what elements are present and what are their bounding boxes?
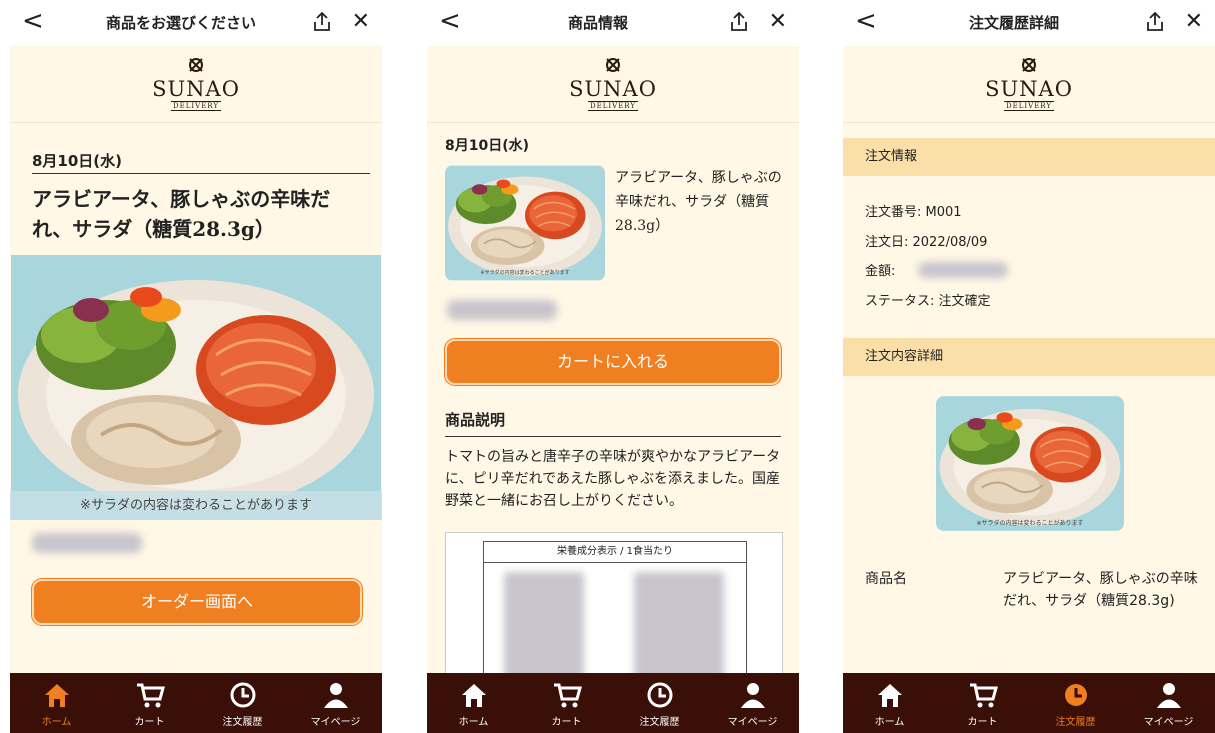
brand-name: SUNAO [569, 77, 657, 101]
tab-order-history[interactable]: 注文履歴 [196, 673, 289, 733]
photo-caption: ※サラダの内容は変わることがあります [10, 491, 382, 520]
order-date: 注文日: 2022/08/09 [865, 235, 988, 250]
page-title: 商品情報 [567, 14, 628, 32]
order-detail-heading: 注文内容詳細 [843, 338, 1215, 376]
close-icon[interactable]: ✕ [769, 9, 787, 35]
back-icon[interactable]: < [22, 6, 44, 36]
tab-label: ホーム [41, 717, 72, 728]
tab-label: 注文履歴 [222, 717, 263, 728]
brand-sub: DELIVERY [1004, 101, 1054, 111]
tab-cart[interactable]: カート [103, 673, 196, 733]
user-icon [324, 683, 348, 708]
tab-order-history[interactable]: 注文履歴 [1029, 673, 1122, 733]
tab-label: カート [967, 717, 998, 728]
tab-label: カート [551, 717, 582, 728]
amount-blurred [918, 262, 1008, 278]
order-status: ステータス: 注文確定 [865, 294, 991, 309]
tab-order-history[interactable]: 注文履歴 [613, 673, 706, 733]
cart-icon [970, 683, 998, 708]
tab-label: ホーム [874, 717, 905, 728]
share-icon[interactable] [1143, 10, 1167, 34]
tab-home[interactable]: ホーム [427, 673, 520, 733]
screen-product-select: < 商品をお選びください ✕ SUNAO DELIVERY 8月10日(水) ア… [10, 0, 382, 733]
order-info-heading: 注文情報 [843, 138, 1215, 176]
page-title: 注文履歴詳細 [968, 14, 1059, 32]
product-name: アラビアータ、豚しゃぶの辛味だれ、サラダ（糖質28.3g） [32, 187, 331, 241]
history-icon [1065, 684, 1087, 706]
brand-sub: DELIVERY [171, 101, 221, 111]
product-thumbnail: ※サラダの内容は変わることがあります [936, 396, 1124, 531]
close-icon[interactable]: ✕ [1185, 9, 1203, 35]
home-icon [878, 684, 902, 707]
close-icon[interactable]: ✕ [352, 9, 370, 35]
tab-bar: ホーム カート 注文履歴 マイページ [843, 673, 1215, 733]
logo-mark-icon [1022, 58, 1036, 72]
divider [445, 436, 781, 437]
tab-bar: ホーム カート 注文履歴 マイページ [10, 673, 382, 733]
cart-icon [554, 683, 582, 708]
brand-name: SUNAO [985, 77, 1073, 101]
history-icon [647, 682, 673, 708]
top-bar: < 商品情報 ✕ [427, 0, 799, 46]
tab-label: カート [134, 717, 165, 728]
price-blurred [447, 300, 557, 320]
product-name-value: アラビアータ、豚しゃぶの辛味だれ、サラダ（糖質28.3g) [1003, 571, 1198, 609]
user-icon [741, 683, 765, 708]
tab-label: マイページ [1143, 717, 1194, 728]
tab-mypage[interactable]: マイページ [1122, 673, 1215, 733]
order-screen-button[interactable]: オーダー画面へ [32, 579, 362, 625]
share-icon[interactable] [310, 10, 334, 34]
product-name-label: 商品名 [865, 571, 907, 587]
page-title: 商品をお選びください [105, 14, 256, 32]
product-name: アラビアータ、豚しゃぶの辛味だれ、サラダ（糖質28.3g） [615, 170, 782, 234]
screen-order-detail: < 注文履歴詳細 ✕ SUNAO DELIVERY 注文情報 注文番号: M00… [843, 0, 1215, 733]
screen-product-info: < 商品情報 ✕ SUNAO DELIVERY 8月10日(水) ※サラダの内容… [427, 0, 799, 733]
tab-bar: ホーム カート 注文履歴 マイページ [427, 673, 799, 733]
top-bar: < 注文履歴詳細 ✕ [843, 0, 1215, 46]
home-icon [45, 684, 69, 707]
delivery-date: 8月10日(水) [445, 138, 530, 154]
back-icon[interactable]: < [439, 6, 461, 36]
product-thumbnail: ※サラダの内容は変わることがあります [445, 165, 605, 281]
product-photo: ※サラダの内容は変わることがあります [10, 253, 382, 522]
tab-label: マイページ [727, 717, 778, 728]
nutrition-header: 栄養成分表示 / 1食当たり [484, 542, 746, 563]
tab-mypage[interactable]: マイページ [289, 673, 382, 733]
user-icon [1157, 683, 1181, 708]
photo-caption: ※サラダの内容は変わることがあります [976, 520, 1084, 527]
cart-icon [137, 683, 165, 708]
delivery-date: 8月10日(水) [32, 152, 123, 170]
brand-logo: SUNAO DELIVERY [843, 46, 1215, 123]
tab-cart[interactable]: カート [520, 673, 613, 733]
brand-logo: SUNAO DELIVERY [427, 46, 799, 123]
share-icon[interactable] [727, 10, 751, 34]
top-bar: < 商品をお選びください ✕ [10, 0, 382, 46]
section-title: 商品説明 [445, 411, 506, 429]
history-icon [230, 682, 256, 708]
tab-home[interactable]: ホーム [843, 673, 936, 733]
brand-sub: DELIVERY [588, 101, 638, 111]
order-number: 注文番号: M001 [865, 205, 962, 220]
add-to-cart-button[interactable]: カートに入れる [445, 339, 781, 385]
brand-logo: SUNAO DELIVERY [10, 46, 382, 123]
tab-label: マイページ [310, 717, 361, 728]
photo-caption: ※サラダの内容は変わることがあります [480, 270, 570, 276]
tab-label: ホーム [458, 717, 489, 728]
tab-cart[interactable]: カート [936, 673, 1029, 733]
price-blurred [32, 533, 142, 553]
brand-name: SUNAO [152, 77, 240, 101]
divider [32, 173, 370, 174]
tab-label: 注文履歴 [1055, 717, 1096, 728]
logo-mark-icon [189, 58, 203, 72]
back-icon[interactable]: < [855, 6, 877, 36]
amount-label: 金額: [865, 264, 896, 279]
logo-mark-icon [606, 58, 620, 72]
home-icon [462, 684, 486, 707]
tab-home[interactable]: ホーム [10, 673, 103, 733]
tab-label: 注文履歴 [639, 717, 680, 728]
tab-mypage[interactable]: マイページ [706, 673, 799, 733]
product-description: トマトの旨みと唐辛子の辛味が爽やかなアラビアータに、ピリ辛だれであえた豚しゃぶを… [445, 449, 781, 509]
